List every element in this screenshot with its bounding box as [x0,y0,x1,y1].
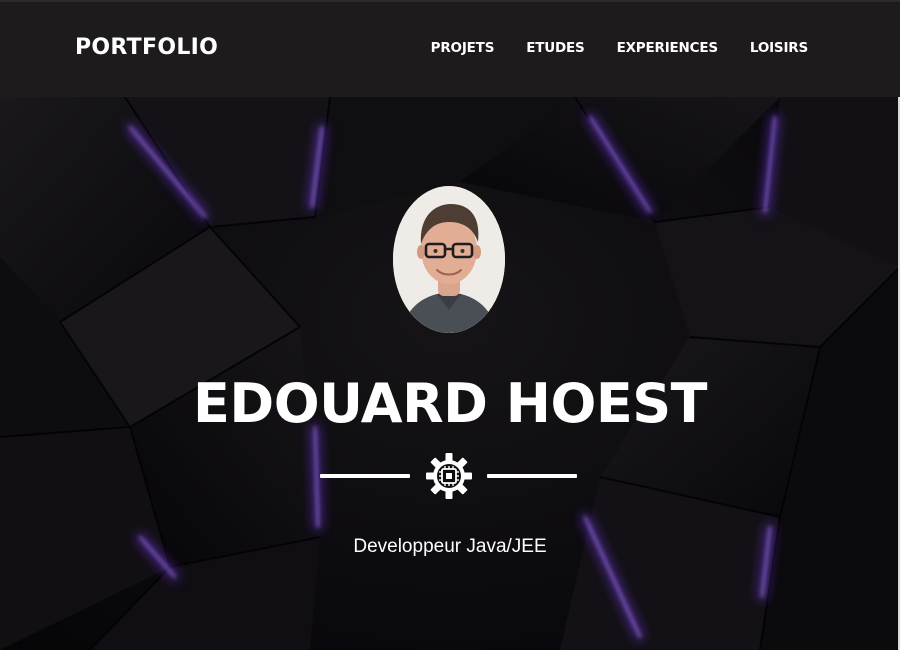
gear-chip-icon [426,453,472,499]
nav-link-projets[interactable]: PROJETS [431,40,495,56]
avatar-portrait-icon [393,186,505,333]
nav-link-etudes[interactable]: ETUDES [526,40,585,56]
hero-subtitle: Developpeur Java/JEE [353,536,547,557]
nav-link-loisirs[interactable]: LOISIRS [750,40,808,56]
brand-logo-link[interactable]: PORTFOLIO [75,35,218,60]
portfolio-page: PORTFOLIO PROJETS ETUDES EXPERIENCES LOI… [0,0,900,650]
hero-name-heading: EDOUARD HOEST [192,372,708,435]
profile-photo [393,186,505,333]
top-navbar: PORTFOLIO PROJETS ETUDES EXPERIENCES LOI… [0,0,900,97]
name-divider [320,452,577,500]
nav-link-experiences[interactable]: EXPERIENCES [617,40,719,56]
nav-links: PROJETS ETUDES EXPERIENCES LOISIRS [399,40,809,56]
divider-line-left [320,474,410,478]
divider-line-right [487,474,577,478]
